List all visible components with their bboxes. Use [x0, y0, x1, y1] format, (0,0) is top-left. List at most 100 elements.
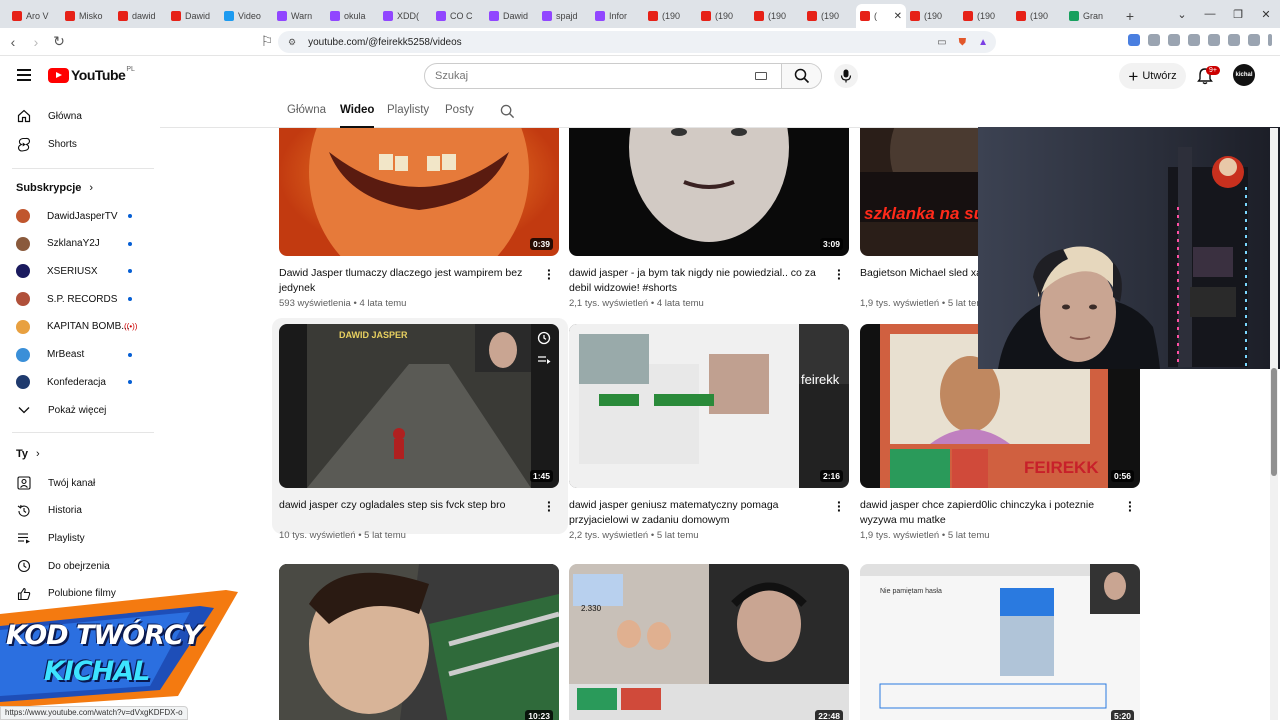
new-tab-icon[interactable]: + — [1118, 4, 1142, 28]
search-button[interactable] — [781, 64, 821, 88]
more-actions-icon[interactable]: ··· — [547, 263, 552, 285]
browser-tab[interactable]: Aro V — [8, 4, 61, 28]
cast-icon[interactable]: ▭ — [937, 37, 946, 48]
browser-tab[interactable]: (190 — [906, 4, 959, 28]
sidebar-item-user[interactable]: Twój kanał — [0, 469, 154, 497]
browser-tab[interactable]: (190 — [803, 4, 856, 28]
forward-icon[interactable]: › — [26, 34, 46, 50]
download-icon[interactable] — [1228, 34, 1240, 46]
sidebar-subscription[interactable]: SzklanaY2J — [0, 230, 154, 258]
menu-icon[interactable] — [1268, 34, 1272, 46]
tab-playlists[interactable]: Playlisty — [387, 104, 429, 116]
sidebar-subscription[interactable]: XSERIUSX — [0, 257, 154, 285]
video-thumbnail[interactable]: DAWID JASPER 1:45 — [279, 324, 559, 488]
video-thumbnail[interactable]: feirekk 2:16 — [569, 324, 849, 488]
channel-search-icon[interactable] — [500, 104, 515, 119]
sidebar-subscription[interactable]: Konfederacja — [0, 368, 154, 396]
sidebar-item-history[interactable]: Historia — [0, 497, 154, 525]
watch-later-icon[interactable] — [537, 331, 551, 350]
account-avatar[interactable]: kichal — [1233, 64, 1255, 86]
sidebar-subscription[interactable]: KAPITAN BOMB... ((•)) — [0, 313, 154, 341]
browser-tab[interactable]: (190 — [644, 4, 697, 28]
address-bar[interactable]: ⚙ youtube.com/@feirekk5258/videos ▭ ⛊ ▲ — [278, 31, 996, 53]
browser-tab[interactable]: Dawid — [485, 4, 538, 28]
extension-icon[interactable] — [1148, 34, 1160, 46]
brave-shield-icon[interactable]: ⛊ — [959, 37, 967, 48]
browser-tab[interactable]: Infor — [591, 4, 644, 28]
maximize-icon[interactable]: ❐ — [1224, 8, 1252, 21]
wallet-icon[interactable] — [1208, 34, 1220, 46]
hamburger-menu-icon[interactable] — [17, 69, 31, 81]
browser-tab[interactable]: (190 — [1012, 4, 1065, 28]
bookmark-icon[interactable]: ⚐ — [257, 33, 277, 50]
sidebar-item-playlist[interactable]: Playlisty — [0, 524, 154, 552]
tab-posts[interactable]: Posty — [445, 104, 474, 116]
subscriptions-heading[interactable]: Subskrypcje › — [16, 182, 93, 194]
tab-list-icon[interactable]: ⌄ — [1168, 8, 1196, 21]
more-actions-icon[interactable]: ··· — [547, 495, 552, 517]
sidebar-subscription[interactable]: DawidJasperTV — [0, 202, 154, 230]
vpn-icon[interactable] — [1248, 34, 1260, 46]
keyboard-icon[interactable] — [755, 72, 767, 80]
video-thumbnail[interactable]: Nie pamiętam hasła 5:20 — [860, 564, 1140, 720]
browser-tab[interactable]: Dawid — [167, 4, 220, 28]
sidebar-subscription[interactable]: S.P. RECORDS — [0, 285, 154, 313]
video-card[interactable]: DAWID JASPER 1:45 dawid jasper czy ogladal… — [279, 324, 559, 541]
tab-home[interactable]: Główna — [287, 104, 326, 116]
site-info-icon[interactable]: ⚙ — [288, 37, 296, 48]
browser-tab[interactable]: Misko — [61, 4, 114, 28]
video-card[interactable]: 0:39 Dawid Jasper tlumaczy dlaczego jest … — [279, 128, 559, 309]
browser-tab[interactable]: (190 — [697, 4, 750, 28]
back-icon[interactable]: ‹ — [3, 34, 23, 50]
browser-tab[interactable]: okula — [326, 4, 379, 28]
show-more-button[interactable]: Pokaż więcej — [0, 396, 154, 424]
rewards-icon[interactable]: ▲ — [978, 37, 988, 48]
video-card[interactable]: Nie pamiętam hasła 5:20 — [860, 564, 1140, 720]
music-icon[interactable] — [1168, 34, 1180, 46]
browser-tab[interactable]: XDD( — [379, 4, 432, 28]
browser-tab[interactable]: Gran — [1065, 4, 1118, 28]
video-title[interactable]: dawid jasper czy ogladales step sis fvck… — [279, 498, 537, 513]
sidebar-item-home[interactable]: Główna — [0, 102, 154, 130]
video-card[interactable]: 3:09 dawid jasper - ja bym tak nigdy nie … — [569, 128, 849, 309]
sidebar-item-shorts[interactable]: Shorts — [0, 130, 154, 158]
more-actions-icon[interactable]: ··· — [837, 495, 842, 517]
video-title[interactable]: dawid jasper geniusz matematyczny pomaga… — [569, 498, 827, 528]
browser-tab[interactable]: Warn — [273, 4, 326, 28]
sidebar-icon[interactable] — [1188, 34, 1200, 46]
sidebar-item-clock[interactable]: Do obejrzenia — [0, 552, 154, 580]
video-card[interactable]: 2.330 22:48 — [569, 564, 849, 720]
close-window-icon[interactable]: ✕ — [1252, 8, 1280, 21]
browser-tab[interactable]: dawid — [114, 4, 167, 28]
create-button[interactable]: + Utwórz — [1119, 63, 1186, 89]
close-tab-icon[interactable]: ✕ — [894, 11, 902, 22]
browser-tab[interactable]: CO C — [432, 4, 485, 28]
video-card[interactable]: 10:23 — [279, 564, 559, 720]
voice-search-button[interactable] — [834, 64, 858, 88]
you-heading[interactable]: Ty › — [16, 448, 40, 460]
translate-icon[interactable] — [1128, 34, 1140, 46]
video-thumbnail[interactable]: 0:39 — [279, 128, 559, 256]
video-title[interactable]: dawid jasper chce zapierd0lic chinczyka … — [860, 498, 1118, 528]
browser-tab[interactable]: spajd — [538, 4, 591, 28]
more-actions-icon[interactable]: ··· — [1128, 495, 1133, 517]
browser-tab[interactable]: (✕ — [856, 4, 906, 28]
sidebar-subscription[interactable]: MrBeast — [0, 341, 154, 369]
reload-icon[interactable]: ↻ — [49, 33, 69, 50]
browser-tab[interactable]: Video — [220, 4, 273, 28]
video-thumbnail[interactable]: 2.330 22:48 — [569, 564, 849, 720]
video-card[interactable]: feirekk 2:16 dawid jasper geniusz matematy… — [569, 324, 849, 541]
tab-videos[interactable]: Wideo — [340, 104, 375, 128]
video-title[interactable]: dawid jasper - ja bym tak nigdy nie powi… — [569, 266, 827, 296]
more-actions-icon[interactable]: ··· — [837, 263, 842, 285]
search-input[interactable] — [425, 70, 755, 82]
minimize-icon[interactable]: — — [1196, 8, 1224, 20]
browser-tab[interactable]: (190 — [959, 4, 1012, 28]
video-thumbnail[interactable]: 3:09 — [569, 128, 849, 256]
video-thumbnail[interactable]: 10:23 — [279, 564, 559, 720]
browser-tab[interactable]: (190 — [750, 4, 803, 28]
video-title[interactable]: Dawid Jasper tlumaczy dlaczego jest wamp… — [279, 266, 537, 296]
scrollbar-thumb[interactable] — [1271, 368, 1277, 476]
youtube-logo[interactable]: YouTube PL — [48, 66, 135, 83]
add-to-queue-icon[interactable] — [537, 354, 551, 372]
